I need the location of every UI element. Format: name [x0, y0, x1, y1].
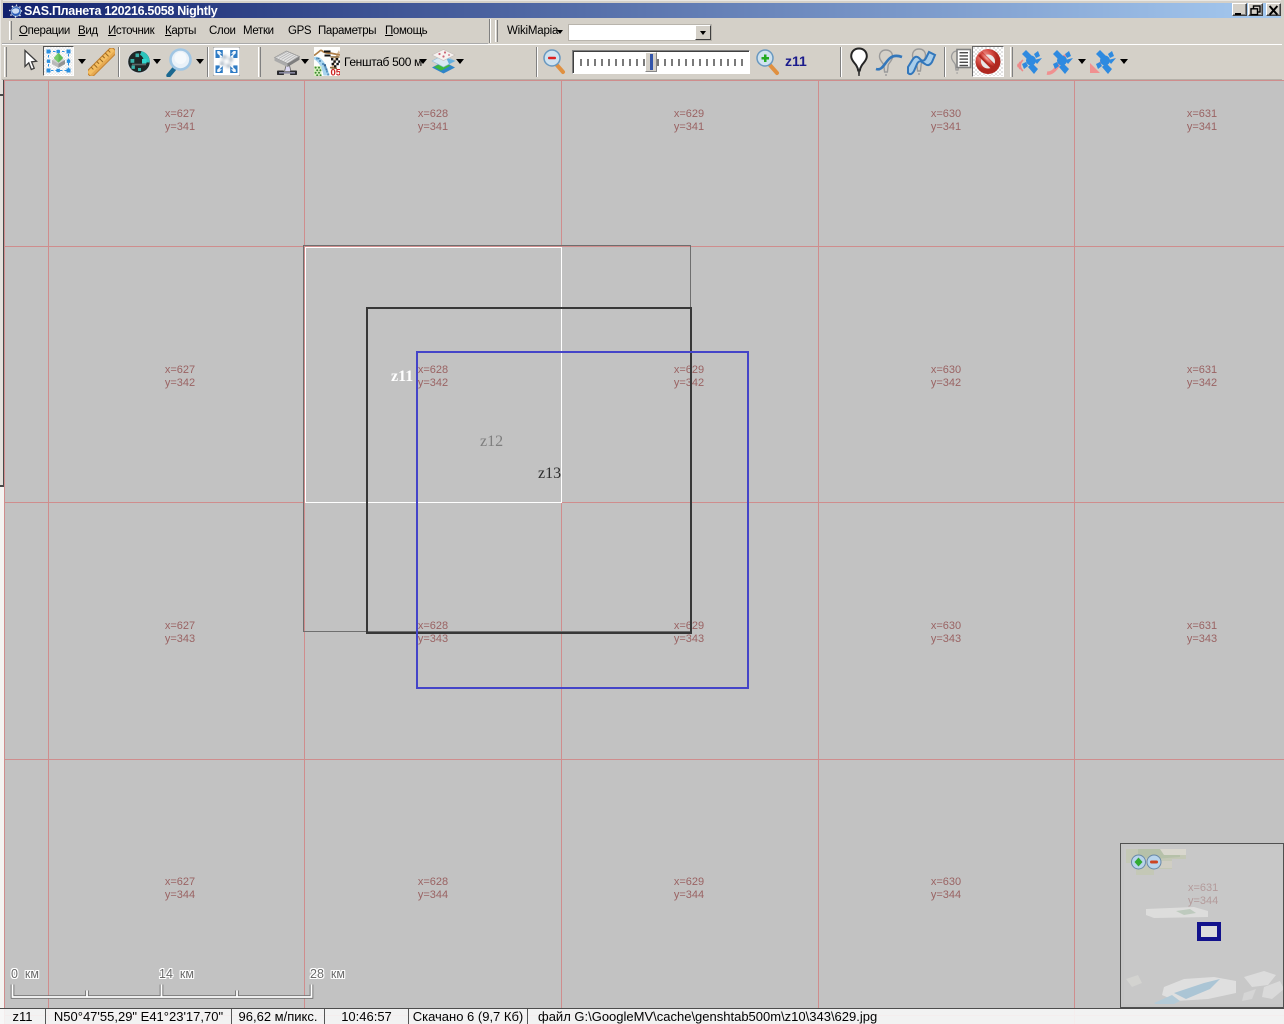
svg-text:y=344: y=344: [1188, 895, 1218, 907]
svg-text:x=631: x=631: [1188, 882, 1218, 894]
svg-text:05: 05: [331, 68, 341, 77]
